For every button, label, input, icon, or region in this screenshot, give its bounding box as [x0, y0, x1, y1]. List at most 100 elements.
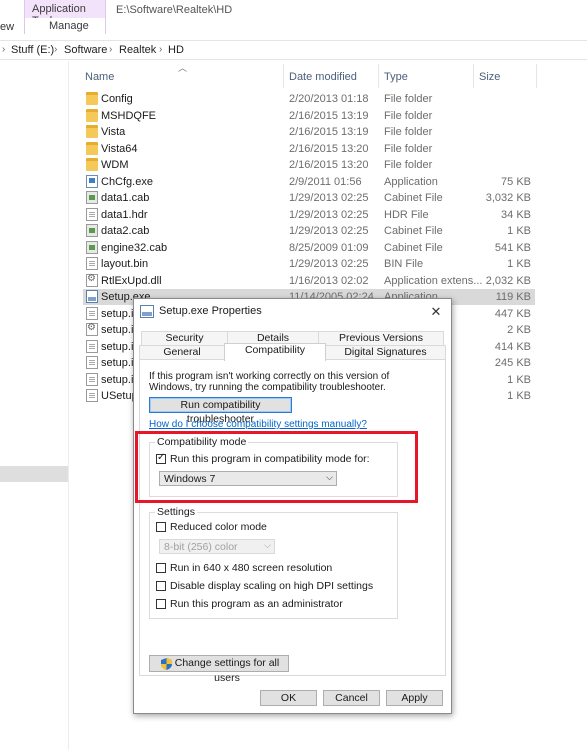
apply-button[interactable]: Apply	[386, 690, 443, 706]
doc-icon	[86, 257, 98, 270]
manual-settings-link[interactable]: How do I choose compatibility settings m…	[149, 419, 367, 430]
setup-app-icon	[140, 305, 154, 318]
properties-dialog: Setup.exe Properties ✕ Security Details …	[133, 298, 452, 714]
file-row[interactable]: data1.hdr 1/29/2013 02:25 HDR File 34 KB	[83, 207, 535, 223]
file-name: WDM	[101, 159, 129, 171]
tab-digital-signatures[interactable]: Digital Signatures	[325, 345, 446, 359]
file-type: File folder	[384, 109, 433, 122]
dpi-scaling-checkbox[interactable]	[156, 581, 166, 591]
file-row[interactable]: Vista 2/16/2015 13:19 File folder	[83, 124, 535, 140]
file-name: engine32.cab	[101, 241, 168, 254]
file-size: 2,032 KB	[485, 274, 531, 287]
file-size: 119 KB	[495, 291, 531, 303]
breadcrumb-hd[interactable]: HD	[168, 44, 184, 56]
file-row[interactable]: layout.bin 1/29/2013 02:25 BIN File 1 KB	[83, 256, 535, 272]
file-size: 3,032 KB	[485, 192, 531, 204]
file-row[interactable]: Config 2/20/2013 01:18 File folder	[83, 91, 535, 107]
ok-button[interactable]: OK	[260, 690, 317, 706]
file-type: BIN File	[384, 258, 424, 270]
column-divider[interactable]	[536, 64, 537, 88]
file-type: Application extens...	[384, 274, 483, 287]
run-as-admin-label[interactable]: Run this program as an administrator	[170, 598, 343, 610]
change-settings-all-users-button[interactable]: Change settings for all users	[149, 655, 289, 684]
file-size: 75 KB	[501, 175, 531, 188]
doc-icon	[86, 372, 98, 386]
doc-icon	[86, 339, 98, 353]
file-row[interactable]: ChCfg.exe 2/9/2011 01:56 Application 75 KB	[83, 174, 535, 190]
close-icon[interactable]: ✕	[421, 299, 451, 324]
file-size: 1 KB	[507, 225, 531, 237]
color-depth-select: 8-bit (256) color ⌵	[159, 539, 275, 554]
file-date: 2/16/2015 13:20	[289, 159, 369, 171]
column-divider[interactable]	[378, 64, 379, 88]
breadcrumb-drive[interactable]: Stuff (E:)	[11, 44, 54, 56]
file-name: RtlExUpd.dll	[101, 274, 162, 287]
file-size: 1 KB	[507, 258, 531, 270]
file-row[interactable]: RtlExUpd.dll 1/16/2013 02:02 Application e…	[83, 273, 535, 289]
file-row[interactable]: WDM 2/16/2015 13:20 File folder	[83, 157, 535, 173]
tab-security[interactable]: Security	[141, 331, 228, 345]
file-size: 245 KB	[494, 357, 531, 369]
settings-group: Settings Reduced color mode 8-bit (256) …	[149, 506, 398, 619]
file-type: File folder	[384, 126, 433, 138]
file-date: 2/16/2015 13:19	[289, 126, 369, 138]
folder-icon	[86, 158, 98, 171]
file-row[interactable]: Vista64 2/16/2015 13:20 File folder	[83, 141, 535, 157]
file-name: data1.cab	[101, 192, 150, 204]
tab-general[interactable]: General	[139, 345, 225, 359]
folder-icon	[86, 141, 98, 155]
folder-icon	[86, 108, 98, 122]
file-date: 1/29/2013 02:25	[289, 192, 369, 204]
resolution-checkbox[interactable]	[156, 563, 166, 573]
file-date: 1/29/2013 02:25	[289, 208, 369, 221]
file-type: File folder	[384, 93, 433, 105]
file-name: MSHDQFE	[101, 109, 156, 122]
run-troubleshooter-button[interactable]: Run compatibility troubleshooter	[149, 397, 292, 425]
file-type: File folder	[384, 159, 433, 171]
settings-group-label: Settings	[155, 506, 197, 518]
tab-previous-versions[interactable]: Previous Versions	[318, 331, 444, 345]
reduced-color-checkbox[interactable]	[156, 522, 166, 532]
file-row[interactable]: data1.cab 1/29/2013 02:25 Cabinet File 3,03…	[83, 190, 535, 206]
file-row[interactable]: MSHDQFE 2/16/2015 13:19 File folder	[83, 108, 535, 124]
navigation-pane[interactable]	[0, 61, 69, 750]
dialog-title-bar[interactable]: Setup.exe Properties ✕	[134, 299, 451, 324]
ribbon-tab-view[interactable]: ew	[0, 21, 14, 33]
folder-icon	[86, 92, 98, 105]
reduced-color-label[interactable]: Reduced color mode	[170, 521, 267, 533]
nav-selected-item[interactable]	[0, 466, 68, 482]
file-date: 2/16/2015 13:20	[289, 142, 369, 155]
chevron-right-icon: ›	[109, 44, 113, 55]
file-type: Cabinet File	[384, 225, 443, 237]
chevron-right-icon: ›	[159, 44, 163, 55]
dll-icon	[86, 322, 98, 336]
tab-compatibility[interactable]: Compatibility	[224, 343, 326, 361]
file-size: 34 KB	[501, 208, 531, 221]
file-row[interactable]: engine32.cab 8/25/2009 01:09 Cabinet File 5…	[83, 240, 535, 256]
file-type: File folder	[384, 142, 433, 155]
dpi-scaling-label[interactable]: Disable display scaling on high DPI sett…	[170, 580, 373, 592]
breadcrumb-realtek[interactable]: Realtek	[119, 44, 156, 56]
file-name: Vista	[101, 126, 126, 138]
file-date: 1/29/2013 02:25	[289, 225, 369, 237]
file-date: 2/20/2013 01:18	[289, 93, 369, 105]
breadcrumb-software[interactable]: Software	[64, 44, 107, 56]
app-icon	[86, 174, 98, 188]
color-depth-value: 8-bit (256) color	[164, 541, 238, 553]
file-row[interactable]: data2.cab 1/29/2013 02:25 Cabinet File 1 KB	[83, 223, 535, 239]
doc-icon	[86, 356, 98, 369]
file-size: 1 KB	[507, 390, 531, 402]
file-name: Vista64	[101, 142, 138, 155]
address-bar[interactable]: › Stuff (E:) › Software › Realtek › HD	[0, 40, 587, 60]
cab-icon	[86, 191, 98, 204]
doc-icon	[86, 389, 98, 402]
run-as-admin-checkbox[interactable]	[156, 599, 166, 609]
ribbon-tab-manage[interactable]: Manage	[24, 18, 106, 34]
column-divider[interactable]	[473, 64, 474, 88]
file-size: 541 KB	[494, 241, 531, 254]
setup-icon	[86, 290, 98, 303]
column-divider[interactable]	[283, 64, 284, 88]
cancel-button[interactable]: Cancel	[323, 690, 380, 706]
resolution-label[interactable]: Run in 640 x 480 screen resolution	[170, 562, 332, 574]
cab-icon	[86, 224, 98, 237]
